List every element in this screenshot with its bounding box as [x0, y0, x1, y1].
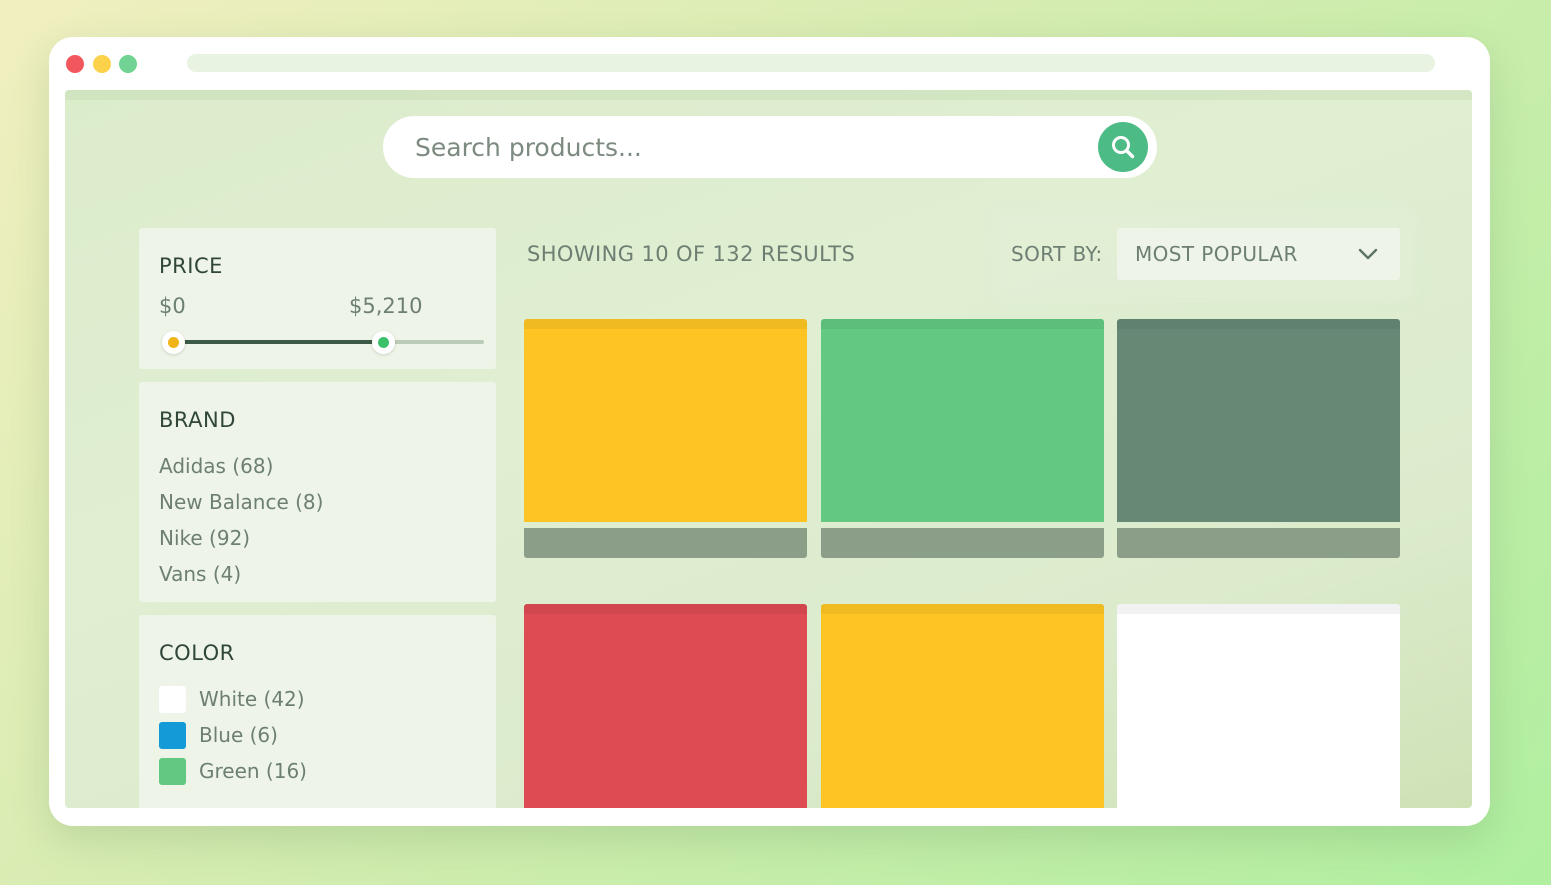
product-info-bar — [524, 528, 807, 558]
color-item-label: Blue (6) — [199, 723, 278, 747]
maximize-window-dot[interactable] — [119, 55, 137, 73]
price-max-handle[interactable] — [372, 331, 396, 354]
product-card-3[interactable] — [1117, 319, 1400, 558]
color-item-label: Green (16) — [199, 759, 307, 783]
product-info-bar — [1117, 528, 1400, 558]
address-bar[interactable] — [187, 54, 1435, 72]
product-image — [821, 319, 1104, 522]
product-card-5[interactable] — [821, 604, 1104, 808]
product-card-2[interactable] — [821, 319, 1104, 558]
brand-item-adidas[interactable]: Adidas (68) — [159, 454, 273, 478]
product-image — [1117, 319, 1400, 522]
color-swatch-blue — [159, 721, 186, 749]
search-box — [383, 116, 1157, 178]
product-card-4[interactable] — [524, 604, 807, 808]
color-item-label: White (42) — [199, 687, 305, 711]
product-card-1[interactable] — [524, 319, 807, 558]
brand-filter-panel: BRAND Adidas (68) New Balance (8) Nike (… — [139, 382, 496, 602]
close-window-dot[interactable] — [66, 55, 84, 73]
search-input[interactable] — [415, 116, 1075, 178]
color-filter-title: COLOR — [159, 641, 235, 665]
price-max-label: $5,210 — [349, 294, 423, 318]
sort-dropdown[interactable]: MOST POPULAR — [1117, 228, 1400, 280]
price-min-label: $0 — [159, 294, 186, 318]
brand-item-nike[interactable]: Nike (92) — [159, 526, 250, 550]
price-min-handle[interactable] — [161, 331, 185, 354]
color-swatch-green — [159, 757, 186, 785]
price-filter-panel: PRICE $0 $5,210 — [139, 228, 496, 369]
product-image — [524, 319, 807, 522]
chevron-down-icon — [1358, 248, 1378, 260]
browser-window: PRICE $0 $5,210 BRAND Adidas (68) New Ba… — [49, 37, 1490, 826]
search-icon — [1112, 136, 1135, 159]
product-info-bar — [821, 528, 1104, 558]
minimize-window-dot[interactable] — [93, 55, 111, 73]
sort-selected-value: MOST POPULAR — [1135, 242, 1298, 266]
color-filter-panel: COLOR White (42) Blue (6) Green (16) — [139, 615, 496, 808]
price-filter-title: PRICE — [159, 254, 223, 278]
page-viewport: PRICE $0 $5,210 BRAND Adidas (68) New Ba… — [65, 90, 1472, 808]
product-card-6[interactable] — [1117, 604, 1400, 808]
color-item-white[interactable]: White (42) — [159, 685, 305, 713]
price-slider-range — [171, 340, 384, 344]
results-count: SHOWING 10 OF 132 RESULTS — [527, 242, 856, 266]
search-button[interactable] — [1098, 122, 1148, 172]
color-swatch-white — [159, 685, 186, 713]
product-image — [821, 604, 1104, 808]
brand-item-new-balance[interactable]: New Balance (8) — [159, 490, 323, 514]
product-image — [524, 604, 807, 808]
brand-item-vans[interactable]: Vans (4) — [159, 562, 241, 586]
brand-filter-title: BRAND — [159, 408, 236, 432]
sort-label: SORT BY: — [1011, 242, 1103, 266]
color-item-green[interactable]: Green (16) — [159, 757, 307, 785]
color-item-blue[interactable]: Blue (6) — [159, 721, 278, 749]
product-image — [1117, 604, 1400, 808]
